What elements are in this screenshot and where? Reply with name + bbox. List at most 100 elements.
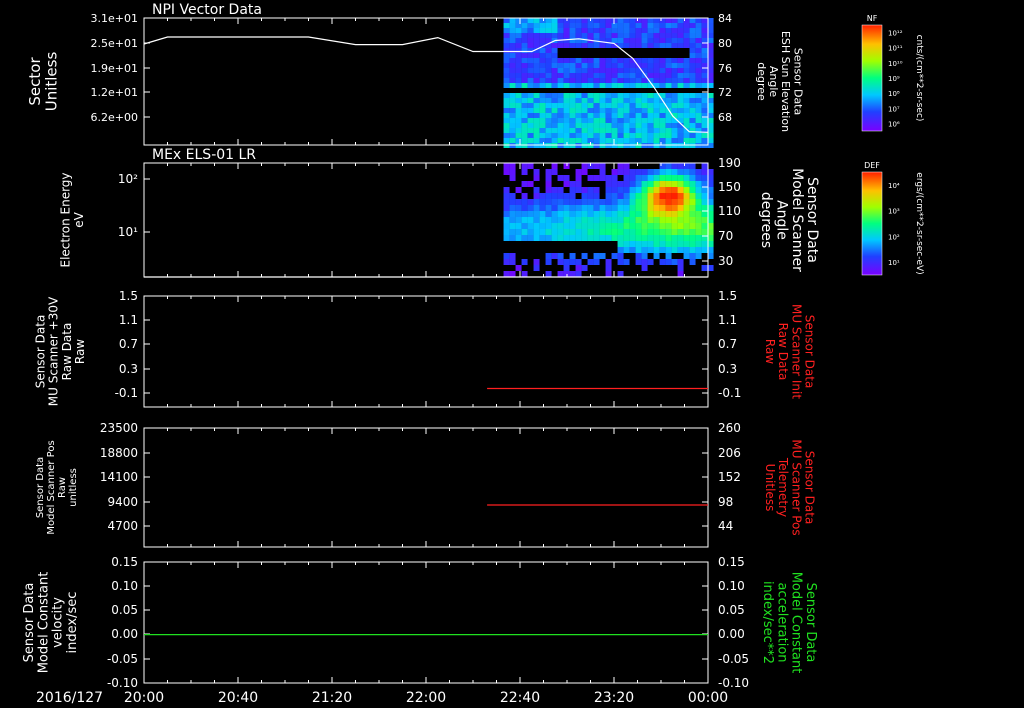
right-tick-label: 1.1	[718, 313, 737, 327]
spectrogram-cell	[617, 123, 624, 128]
spectrogram-cell	[587, 113, 594, 118]
spectrogram-cell	[563, 73, 570, 78]
spectrogram-cell	[557, 98, 564, 103]
colorbar-tag: DEF	[864, 161, 880, 170]
spectrogram-cell	[527, 235, 534, 241]
spectrogram-cell	[683, 58, 690, 63]
spectrogram-cell	[683, 241, 690, 247]
spectrogram-cell	[695, 68, 702, 73]
spectrogram-cell	[593, 108, 600, 113]
axis-label-line: Telemetry	[776, 457, 790, 517]
spectrogram-cell	[641, 128, 648, 133]
spectrogram-cell	[635, 23, 642, 28]
spectrogram-cell	[635, 175, 642, 181]
spectrogram-cell	[635, 193, 642, 199]
spectrogram-cell	[677, 187, 684, 193]
spectrogram-cell	[515, 229, 522, 235]
spectrogram-cell	[647, 169, 654, 175]
plot-frame	[143, 427, 709, 548]
spectrogram-cell	[533, 43, 540, 48]
spectrogram-cell	[653, 181, 660, 187]
spectrogram-cell	[527, 58, 534, 63]
spectrogram-cell	[665, 128, 672, 133]
spectrogram-cell	[563, 259, 570, 265]
axis-label-line: Sector	[26, 57, 44, 106]
spectrogram-cell	[671, 181, 678, 187]
spectrogram-cell	[545, 108, 552, 113]
spectrogram-cell	[635, 98, 642, 103]
spectrogram-cell	[533, 18, 540, 23]
spectrogram-cell	[689, 113, 696, 118]
spectrogram-cell	[557, 93, 564, 98]
spectrogram-cell	[509, 73, 516, 78]
spectrogram-cell	[551, 108, 558, 113]
colorbar-tick-label: 10¹²	[888, 30, 903, 38]
spectrogram-cell	[557, 23, 564, 28]
spectrogram-cell	[509, 235, 516, 241]
spectrogram-cell	[509, 113, 516, 118]
plot-frame	[143, 295, 709, 408]
spectrogram-cell	[611, 83, 618, 88]
spectrogram-cell	[677, 63, 684, 68]
spectrogram-cell	[617, 181, 624, 187]
spectrogram-cell	[557, 33, 564, 38]
spectrogram-cell	[581, 229, 588, 235]
spectrogram-cell	[509, 28, 516, 33]
spectrogram-cell	[683, 175, 690, 181]
spectrogram-cell	[509, 43, 516, 48]
spectrogram-cell	[509, 205, 516, 211]
spectrogram-cell	[653, 211, 660, 217]
spectrogram-cell	[521, 73, 528, 78]
spectrogram-cell	[539, 217, 546, 223]
spectrogram-cell	[515, 73, 522, 78]
spectrogram-cell	[695, 38, 702, 43]
spectrogram-cell	[671, 123, 678, 128]
spectrogram-cell	[701, 48, 708, 53]
spectrogram-cell	[503, 28, 510, 33]
spectrogram-cell	[653, 38, 660, 43]
spectrogram-cell	[653, 73, 660, 78]
spectrogram-cell	[557, 83, 564, 88]
spectrogram-cell	[599, 199, 606, 205]
spectrogram-cell	[659, 163, 666, 169]
spectrogram-cell	[521, 205, 528, 211]
spectrogram-cell	[623, 18, 630, 23]
spectrogram-cell	[677, 58, 684, 63]
plot-frame	[143, 561, 709, 684]
spectrogram-cell	[551, 68, 558, 73]
spectrogram-cell	[659, 241, 666, 247]
spectrogram-cell	[629, 211, 636, 217]
spectrogram-cell	[599, 128, 606, 133]
spectrogram-cell	[623, 133, 630, 138]
spectrogram-cell	[695, 187, 702, 193]
spectrogram-cell	[617, 103, 624, 108]
spectrogram-cell	[503, 38, 510, 43]
axis-label-line: degrees	[758, 192, 774, 248]
spectrogram-cell	[623, 138, 630, 143]
spectrogram-cell	[635, 181, 642, 187]
spectrogram-cell	[695, 78, 702, 83]
spectrogram-cell	[659, 83, 666, 88]
spectrogram-cell	[641, 235, 648, 241]
spectrogram-cell	[677, 28, 684, 33]
spectrogram-cell	[605, 63, 612, 68]
spectrogram-cell	[611, 229, 618, 235]
spectrogram-cell	[599, 28, 606, 33]
spectrogram-cell	[515, 108, 522, 113]
spectrogram-cell	[563, 193, 570, 199]
spectrogram-cell	[617, 28, 624, 33]
spectrogram-cell	[503, 43, 510, 48]
spectrogram-cell	[575, 33, 582, 38]
spectrogram-cell	[587, 28, 594, 33]
spectrogram-cell	[539, 98, 546, 103]
spectrogram-cell	[557, 193, 564, 199]
spectrogram-cell	[659, 23, 666, 28]
spectrogram-cell	[695, 103, 702, 108]
spectrogram-cell	[593, 199, 600, 205]
spectrogram-cell	[515, 43, 522, 48]
spectrogram-cell	[659, 235, 666, 241]
spectrogram-cell	[545, 68, 552, 73]
spectrogram-cell	[689, 63, 696, 68]
spectrogram-cell	[587, 118, 594, 123]
spectrogram-cell	[551, 23, 558, 28]
